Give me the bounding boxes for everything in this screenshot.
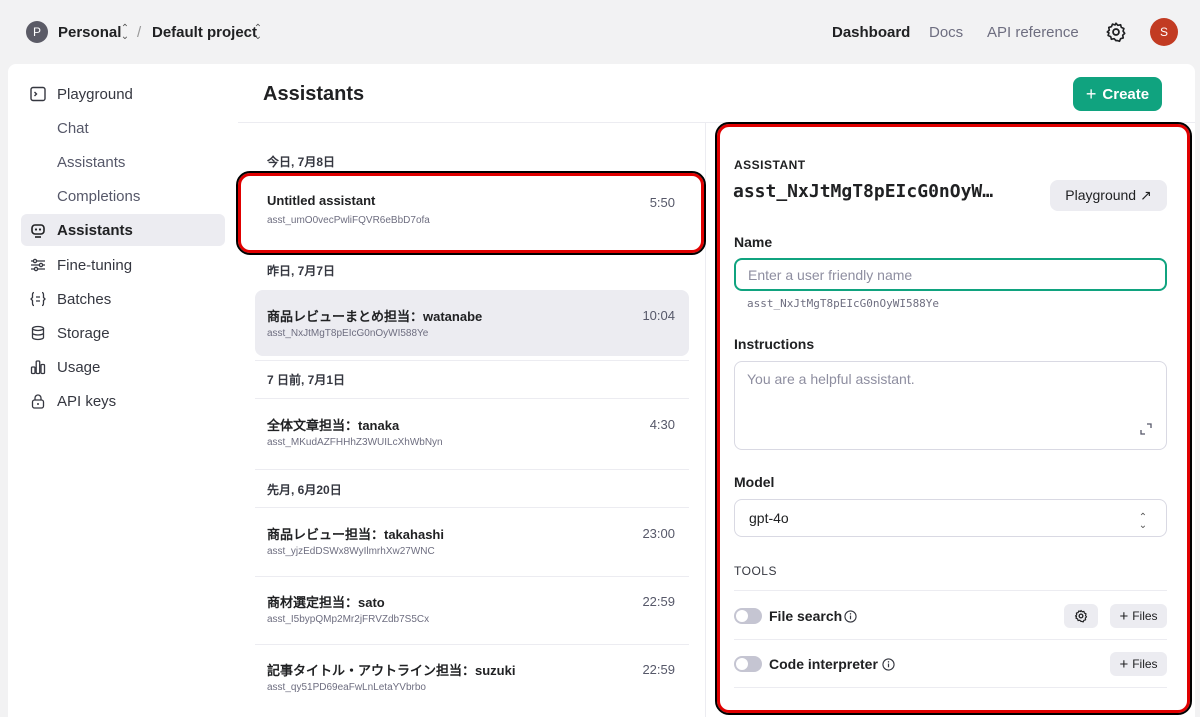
assistant-id: asst_yjzEdDSWx8WyIlmrhXw27WNC (267, 546, 435, 557)
assistant-time: 4:30 (649, 417, 675, 432)
assistant-time: 22:59 (642, 662, 675, 677)
assistant-name: 商材選定担当：sato (267, 595, 385, 610)
settings-gear-icon[interactable] (1105, 21, 1127, 43)
assistant-row[interactable]: 商品レビューまとめ担当：watanabe asst_NxJtMgT8pEIcG0… (255, 290, 689, 356)
assistant-time: 10:04 (642, 308, 675, 323)
plus-icon: + (1085, 83, 1097, 104)
sidebar-sub-chat[interactable]: Chat (57, 120, 89, 137)
sidebar-item-label: Usage (57, 358, 101, 376)
assistant-row[interactable]: 全体文章担当：tanaka asst_MKudAZFHHhZ3WUILcXhWb… (255, 399, 689, 465)
row-divider (255, 469, 689, 470)
sidebar: Playground Chat Assistants Completions A… (8, 64, 238, 717)
chevron-updown-icon[interactable]: ⌃ ⌄ (253, 24, 263, 42)
assistant-time: 23:00 (642, 526, 675, 541)
date-group-label: 昨日, 7月7日 (267, 264, 336, 278)
lock-icon (29, 392, 47, 410)
assistant-id: asst_I5bypQMp2Mr2jFRVZdb7S5Cx (267, 614, 430, 625)
sidebar-item-assistants[interactable]: Assistants (21, 214, 225, 246)
assistant-id: asst_MKudAZFHHhZ3WUILcXhWbNyn (267, 437, 443, 448)
date-group-label: 今日, 7月8日 (267, 155, 336, 169)
date-group-label: 先月, 6月20日 (267, 483, 342, 497)
highlight-box (236, 171, 706, 255)
sidebar-sub-completions[interactable]: Completions (57, 188, 140, 205)
project-switcher[interactable]: Default project (152, 24, 257, 41)
highlight-box (715, 122, 1192, 715)
robot-icon (29, 221, 47, 239)
date-group-label: 7 日前, 7月1日 (267, 373, 346, 387)
row-divider (255, 360, 689, 361)
assistant-id: asst_NxJtMgT8pEIcG0nOyWI588Ye (267, 328, 429, 339)
assistant-name: 商品レビューまとめ担当：watanabe (267, 309, 483, 324)
sidebar-item-label: API keys (57, 392, 117, 410)
nav-api-reference[interactable]: API reference (987, 24, 1079, 41)
page-title: Assistants (263, 83, 365, 105)
assistant-time: 22:59 (642, 594, 675, 609)
sidebar-item-api-keys[interactable]: API keys (21, 385, 225, 417)
create-button[interactable]: + Create (1073, 77, 1162, 111)
top-bar: P Personal ⌃ ⌄ / Default project ⌃ ⌄ Dashb… (0, 0, 1200, 64)
org-switcher[interactable]: Personal (58, 24, 121, 41)
sidebar-item-label: Batches (57, 290, 112, 308)
column-divider (705, 122, 706, 717)
sidebar-item-storage[interactable]: Storage (21, 317, 225, 349)
batches-icon (29, 290, 47, 308)
create-button-label: Create (1102, 85, 1150, 103)
assistant-row[interactable]: 商材選定担当：sato asst_I5bypQMp2Mr2jFRVZdb7S5C… (255, 576, 689, 642)
sidebar-item-usage[interactable]: Usage (21, 351, 225, 383)
terminal-icon (29, 85, 47, 103)
nav-dashboard[interactable]: Dashboard (832, 24, 910, 41)
assistant-id: asst_qy51PD69eaFwLnLetaYVbrbo (267, 682, 426, 693)
sliders-icon (29, 256, 47, 274)
sidebar-item-playground[interactable]: Playground (21, 78, 225, 110)
sidebar-item-fine-tuning[interactable]: Fine-tuning (21, 249, 225, 281)
assistant-name: 商品レビュー担当：takahashi (267, 527, 444, 542)
sidebar-sub-assistants[interactable]: Assistants (57, 154, 125, 171)
nav-docs[interactable]: Docs (929, 24, 963, 41)
user-avatar[interactable]: S (1150, 18, 1178, 46)
header-divider (238, 122, 1195, 123)
chevron-updown-icon[interactable]: ⌃ ⌄ (120, 24, 130, 42)
sidebar-item-batches[interactable]: Batches (21, 283, 225, 315)
database-icon (29, 324, 47, 342)
org-avatar[interactable]: P (26, 21, 48, 43)
assistant-row[interactable]: 商品レビュー担当：takahashi asst_yjzEdDSWx8WyIlmr… (255, 508, 689, 574)
assistant-row[interactable]: 記事タイトル・アウトライン担当：suzuki asst_qy51PD69eaFw… (255, 644, 689, 710)
bar-chart-icon (29, 358, 47, 376)
assistant-name: 全体文章担当：tanaka (267, 418, 400, 433)
breadcrumb-separator: / (137, 24, 142, 41)
sidebar-item-label: Assistants (57, 221, 133, 239)
sidebar-item-label: Fine-tuning (57, 256, 133, 274)
sidebar-item-label: Storage (57, 324, 110, 342)
assistant-name: 記事タイトル・アウトライン担当：suzuki (267, 663, 516, 678)
sidebar-item-label: Playground (57, 85, 133, 103)
